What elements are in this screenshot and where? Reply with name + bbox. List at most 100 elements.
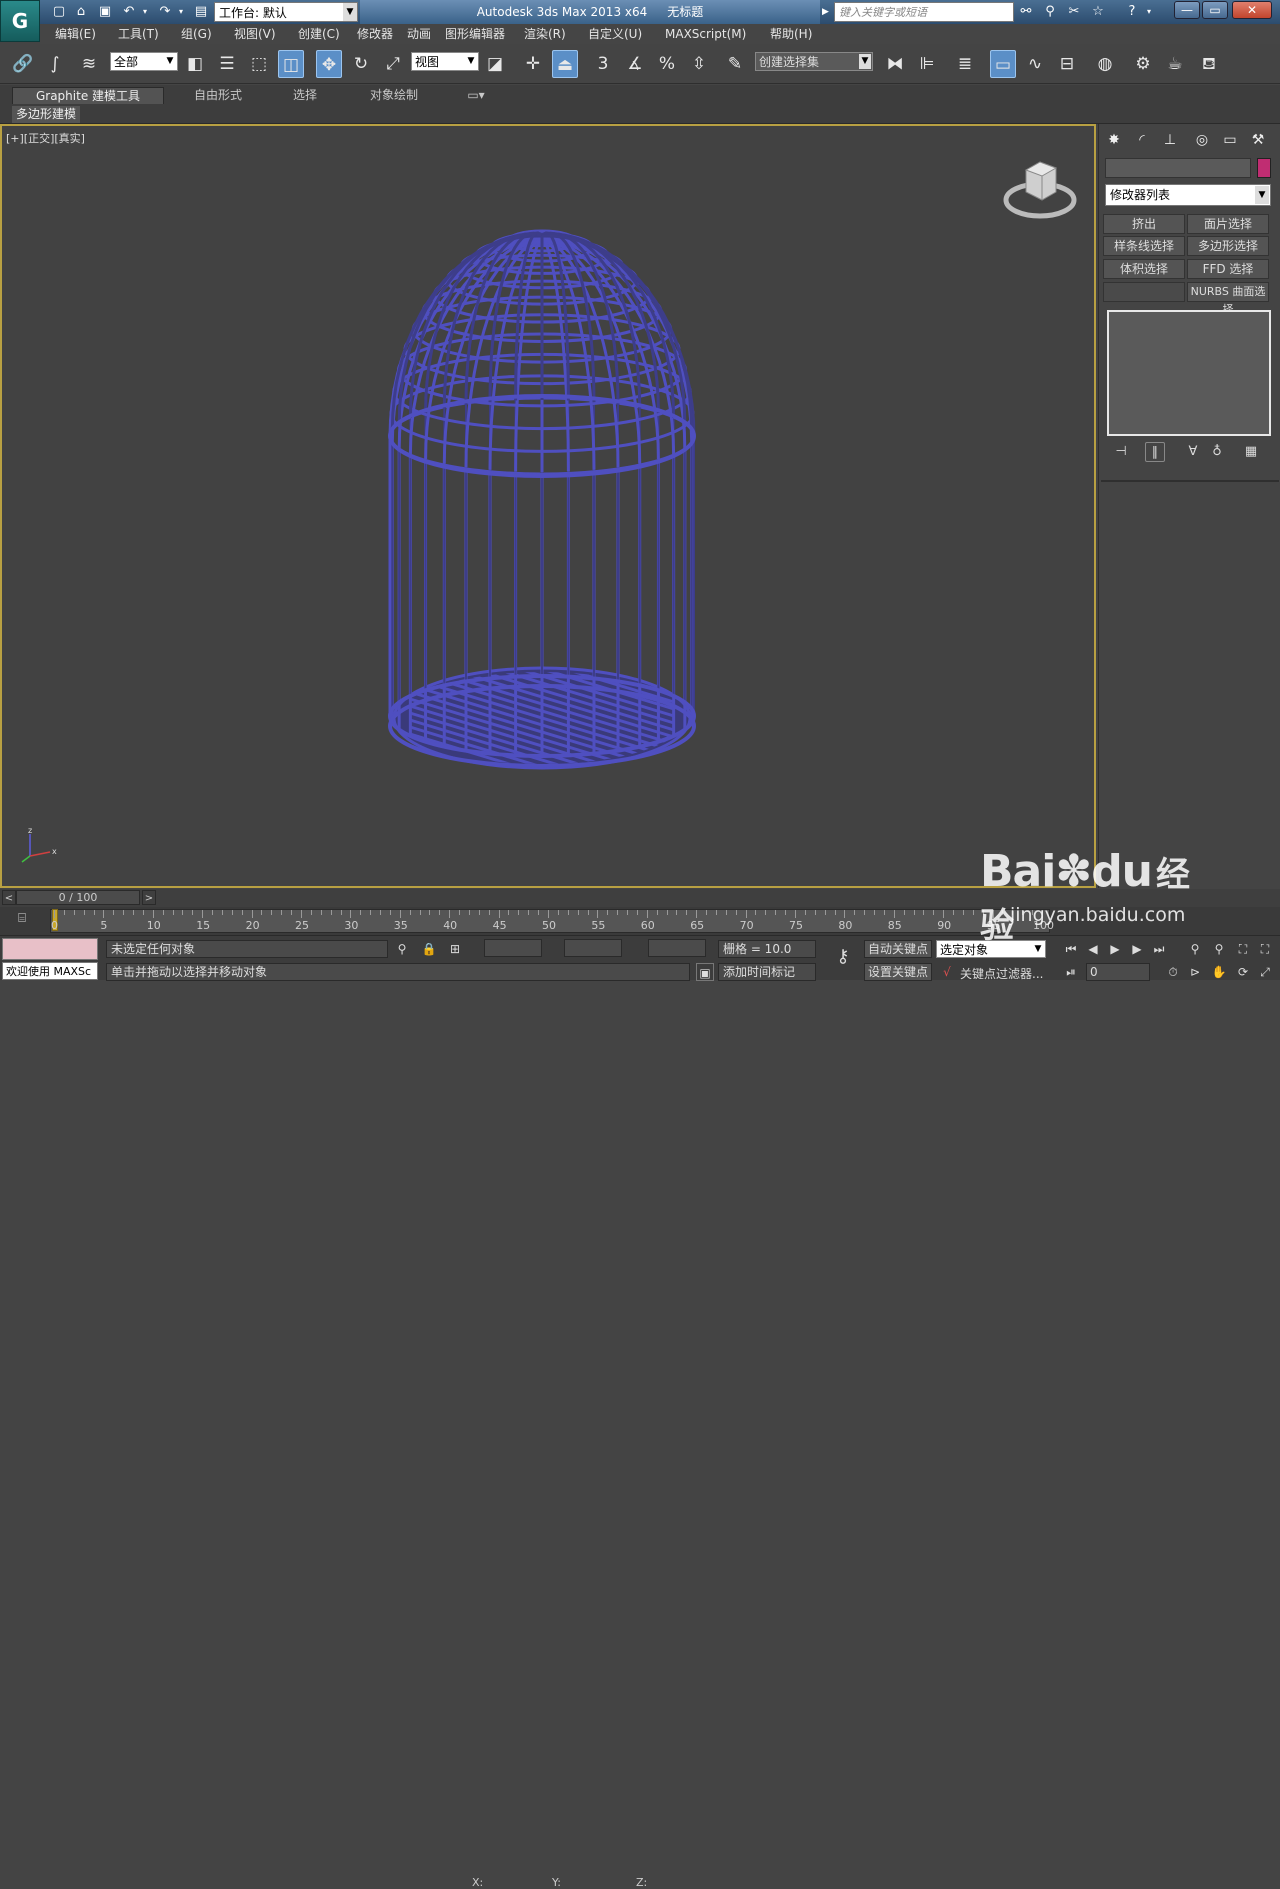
isolate-selection-icon[interactable]: ⚲: [393, 940, 411, 958]
select-and-rotate-icon[interactable]: ↻: [348, 50, 374, 78]
binoculars-icon[interactable]: ⚯: [1016, 3, 1036, 21]
modify-panel-icon[interactable]: ◜: [1131, 130, 1153, 150]
render-production-icon[interactable]: ⛾: [1196, 50, 1222, 78]
layer-manager-icon[interactable]: ≣: [952, 50, 978, 78]
select-manipulate-icon[interactable]: ✛: [520, 50, 546, 78]
viewport-label[interactable]: [+][正交][真实]: [6, 130, 85, 146]
spline-select-button[interactable]: 样条线选择: [1103, 236, 1185, 256]
mirror-icon[interactable]: ⧓: [882, 50, 908, 78]
pan-view-icon[interactable]: ✋: [1210, 963, 1228, 981]
zoom-extents-all-icon[interactable]: ⛶: [1256, 940, 1274, 958]
maxscript-listener-input[interactable]: [2, 938, 98, 960]
modifier-list-select[interactable]: 修改器列表 ▼: [1105, 184, 1271, 206]
extrude-button[interactable]: 挤出: [1103, 214, 1185, 234]
menu-views[interactable]: 视图(V): [234, 26, 276, 42]
pin-stack-icon[interactable]: ⊣: [1111, 442, 1131, 462]
key-filters-button[interactable]: 关键点过滤器...: [960, 965, 1043, 982]
display-panel-icon[interactable]: ▭: [1219, 130, 1241, 150]
close-button[interactable]: ✕: [1232, 1, 1272, 19]
restore-button[interactable]: ▭: [1202, 1, 1228, 19]
menu-customize[interactable]: 自定义(U): [588, 26, 642, 42]
menu-graph-editors[interactable]: 图形编辑器: [445, 26, 505, 42]
expand-arrow-icon[interactable]: ▶: [822, 4, 832, 20]
help-dropdown-icon[interactable]: ▾: [1144, 3, 1154, 21]
modifier-stack[interactable]: [1107, 310, 1271, 436]
select-object-icon[interactable]: ◧: [182, 50, 208, 78]
x-coordinate-input[interactable]: [484, 939, 542, 957]
time-tag-icon[interactable]: ▣: [696, 963, 714, 981]
vol-select-button[interactable]: 体积选择: [1103, 259, 1185, 279]
tab-polygon-modeling[interactable]: 多边形建模: [12, 106, 81, 123]
tab-freeform[interactable]: 自由形式: [180, 87, 256, 104]
ffd-select-button[interactable]: FFD 选择: [1187, 259, 1269, 279]
spinner-snap-icon[interactable]: ⇳: [686, 50, 712, 78]
menu-animation[interactable]: 动画: [407, 26, 431, 42]
field-of-view-icon[interactable]: ⊳: [1186, 963, 1204, 981]
render-setup-icon[interactable]: ⚙: [1130, 50, 1156, 78]
perspective-viewport[interactable]: [+][正交][真实] z x: [0, 124, 1096, 888]
app-menu-button[interactable]: G: [0, 0, 40, 42]
patch-select-button[interactable]: 面片选择: [1187, 214, 1269, 234]
named-selection-select[interactable]: 创建选择集 ▼: [755, 52, 873, 71]
current-frame-input[interactable]: 0: [1086, 963, 1150, 981]
make-unique-icon[interactable]: ∀: [1183, 442, 1203, 462]
undo-icon[interactable]: ↶: [120, 3, 138, 21]
redo-icon[interactable]: ↷: [156, 3, 174, 21]
bind-space-warp-icon[interactable]: ≋: [76, 50, 102, 78]
new-file-icon[interactable]: ▢: [50, 3, 68, 21]
menu-modifiers[interactable]: 修改器: [357, 26, 393, 42]
time-slider-handle[interactable]: 0 / 100: [16, 890, 140, 905]
menu-create[interactable]: 创建(C): [298, 26, 340, 42]
help-icon[interactable]: ?: [1122, 3, 1142, 21]
minimize-button[interactable]: —: [1174, 1, 1200, 19]
material-editor-icon[interactable]: ◍: [1092, 50, 1118, 78]
workspace-select[interactable]: 工作台: 默认 ▼: [214, 2, 358, 22]
z-coordinate-input[interactable]: [648, 939, 706, 957]
zoom-extents-icon[interactable]: ⛶: [1234, 940, 1252, 958]
select-and-scale-icon[interactable]: ⤢: [380, 50, 406, 78]
pivot-center-icon[interactable]: ◪: [482, 50, 508, 78]
menu-help[interactable]: 帮助(H): [770, 26, 812, 42]
menu-group[interactable]: 组(G): [181, 26, 212, 42]
tab-selection[interactable]: 选择: [280, 87, 330, 104]
project-folder-icon[interactable]: ▤: [192, 3, 210, 21]
rendered-frame-icon[interactable]: ☕: [1162, 50, 1188, 78]
select-and-move-icon[interactable]: ✥: [316, 50, 342, 78]
undo-dropdown-icon[interactable]: ▾: [140, 3, 150, 21]
rect-selection-region-icon[interactable]: ⬚: [246, 50, 272, 78]
y-coordinate-input[interactable]: [564, 939, 622, 957]
add-time-tag[interactable]: 添加时间标记: [718, 963, 816, 981]
align-icon[interactable]: ⊫: [914, 50, 940, 78]
unlink-icon[interactable]: ∫: [42, 50, 68, 78]
subscription-icon[interactable]: ⚲: [1040, 3, 1060, 21]
menu-rendering[interactable]: 渲染(R): [524, 26, 566, 42]
percent-snap-icon[interactable]: %: [654, 50, 680, 78]
motion-panel-icon[interactable]: ◎: [1191, 130, 1213, 150]
empty-modifier-button[interactable]: [1103, 282, 1185, 302]
object-color-swatch[interactable]: [1257, 158, 1271, 178]
menu-edit[interactable]: 编辑(E): [55, 26, 96, 42]
select-by-name-icon[interactable]: ☰: [214, 50, 240, 78]
show-end-result-icon[interactable]: ∥: [1145, 442, 1165, 462]
auto-key-button[interactable]: 自动关键点: [864, 940, 932, 958]
keyboard-shortcut-override-icon[interactable]: ⏏: [552, 50, 578, 78]
edit-named-selection-icon[interactable]: ✎: [722, 50, 748, 78]
maximize-viewport-icon[interactable]: ⤢: [1256, 963, 1274, 981]
time-slider-next[interactable]: >: [142, 890, 156, 905]
hierarchy-panel-icon[interactable]: ⊥: [1159, 130, 1181, 150]
ribbon-options-icon[interactable]: ▭▾: [462, 87, 490, 104]
snaps-toggle-icon[interactable]: 3: [590, 50, 616, 78]
utilities-panel-icon[interactable]: ⚒: [1247, 130, 1269, 150]
remove-modifier-icon[interactable]: ♁: [1207, 442, 1227, 462]
time-slider-prev[interactable]: <: [2, 890, 16, 905]
configure-modifier-sets-icon[interactable]: ▦: [1241, 442, 1261, 462]
menu-tools[interactable]: 工具(T): [118, 26, 159, 42]
maxscript-mini-listener[interactable]: 欢迎使用 MAXSc: [2, 962, 98, 980]
set-key-icon[interactable]: ⚷: [828, 946, 858, 970]
create-panel-icon[interactable]: ✸: [1103, 130, 1125, 150]
open-file-icon[interactable]: ⌂: [72, 3, 90, 21]
selection-lock-icon[interactable]: 🔒: [420, 940, 438, 958]
save-file-icon[interactable]: ▣: [96, 3, 114, 21]
orbit-icon[interactable]: ⟳: [1234, 963, 1252, 981]
absolute-relative-toggle-icon[interactable]: ⊞: [446, 940, 464, 958]
